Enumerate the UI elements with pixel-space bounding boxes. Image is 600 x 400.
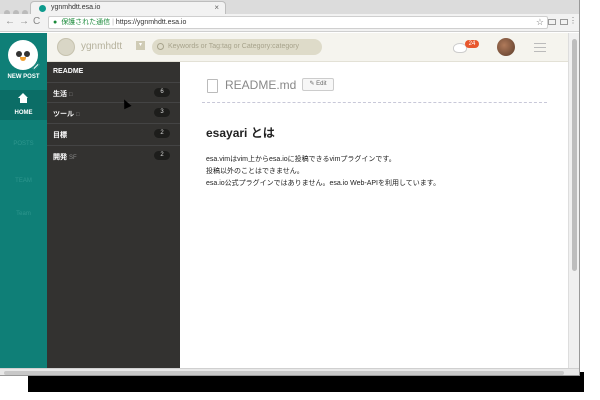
rail-item-posts[interactable]: POSTS <box>0 141 47 147</box>
team-dropdown-icon[interactable]: ▾ <box>136 41 145 50</box>
url-field[interactable]: ● 保護された通信 | https://ygnmhdtt.esa.io <box>48 16 548 29</box>
screen: ygnmhdtt.esa.io × HY ← → C ● 保護された通信 | h… <box>0 0 600 400</box>
user-avatar[interactable] <box>497 38 515 56</box>
address-bar: ← → C ● 保護された通信 | https://ygnmhdtt.esa.i… <box>0 14 579 32</box>
sidebar-readme-link[interactable]: README <box>53 68 83 75</box>
extension-icon[interactable] <box>548 19 556 25</box>
category-count: 2 <box>154 129 170 138</box>
notification-button[interactable]: 24 <box>453 40 479 54</box>
category-count: 6 <box>154 88 170 97</box>
browser-window: ygnmhdtt.esa.io × HY ← → C ● 保護された通信 | h… <box>0 0 580 376</box>
tab-strip: ygnmhdtt.esa.io × HY <box>0 0 579 16</box>
hamburger-menu-icon[interactable] <box>534 43 546 52</box>
category-tag: SF <box>69 155 77 161</box>
category-row[interactable]: 開発 SF 2 <box>47 145 180 165</box>
forward-icon[interactable]: → <box>19 17 29 27</box>
category-name: 生活 □ <box>53 91 73 98</box>
category-name: ツール □ <box>53 111 80 118</box>
horizontal-scroll-thumb[interactable] <box>4 371 564 375</box>
reload-icon[interactable]: C <box>33 17 40 27</box>
team-name[interactable]: ygnmhdtt <box>81 41 122 52</box>
edit-button[interactable]: ✎ Edit <box>302 78 334 91</box>
rail-item-team-settings[interactable]: Team <box>0 211 47 217</box>
secure-label: 保護された通信 <box>61 19 111 26</box>
url-separator: | <box>112 19 114 26</box>
main-content: README.md ✎ Edit esayari とは esa.vimはvim上… <box>180 62 568 368</box>
browser-menu-icon[interactable]: ⋮ <box>569 17 577 25</box>
document-icon <box>207 79 218 93</box>
search-icon <box>157 43 164 50</box>
logo-beak <box>20 57 26 61</box>
vertical-scroll-thumb[interactable] <box>572 39 577 271</box>
home-icon <box>18 93 29 103</box>
search-input[interactable]: Keywords or Tag:tag or Category:category <box>152 39 322 55</box>
paragraph-line: 投稿以外のことはできません。 <box>206 168 304 175</box>
category-folder-icon: □ <box>76 112 80 118</box>
url-text: https://ygnmhdtt.esa.io <box>115 19 187 26</box>
tab-close-icon[interactable]: × <box>214 3 219 12</box>
content-body: esa.vimはvim上からesa.ioに投稿できるvimプラグインです。 投稿… <box>206 154 546 190</box>
paragraph-line: esa.vimはvim上からesa.ioに投稿できるvimプラグインです。 <box>206 156 396 163</box>
category-folder-icon: □ <box>69 92 73 98</box>
category-count: 3 <box>154 108 170 117</box>
doc-title: README.md <box>225 78 297 92</box>
horizontal-scrollbar[interactable] <box>0 368 579 375</box>
app-header: ygnmhdtt ▾ Keywords or Tag:tag or Catego… <box>47 33 568 62</box>
home-label[interactable]: HOME <box>0 110 47 116</box>
left-rail: NEW POST HOME POSTS TEAM Team <box>0 33 47 368</box>
category-count: 2 <box>154 151 170 160</box>
tab-title: ygnmhdtt.esa.io <box>51 4 101 11</box>
category-sidebar: README 生活 □ 6 ツール □ 3 目標 2 開発 SF 2 <box>47 62 180 368</box>
content-heading: esayari とは <box>206 126 275 140</box>
favicon-icon <box>39 5 46 12</box>
vertical-scrollbar[interactable] <box>568 33 579 368</box>
back-icon[interactable]: ← <box>5 17 15 27</box>
category-name: 開発 SF <box>53 154 77 161</box>
category-row[interactable]: 生活 □ 6 <box>47 82 180 102</box>
category-name: 目標 <box>53 132 67 139</box>
paragraph-line: esa.io公式プラグインではありません。esa.io Web-APIを利用して… <box>206 180 441 187</box>
rail-item-team[interactable]: TEAM <box>0 178 47 184</box>
browser-tab[interactable]: ygnmhdtt.esa.io × <box>30 1 226 14</box>
notification-count-badge: 24 <box>465 40 479 48</box>
pen-icon <box>32 62 40 71</box>
lock-icon: ● <box>53 19 58 26</box>
search-placeholder: Keywords or Tag:tag or Category:category <box>168 43 299 50</box>
title-divider <box>202 102 547 103</box>
bookmark-star-icon[interactable]: ☆ <box>536 18 544 27</box>
category-row[interactable]: ツール □ 3 <box>47 102 180 122</box>
mail-icon[interactable] <box>560 19 568 25</box>
category-row[interactable]: 目標 2 <box>47 123 180 143</box>
new-post-logo-icon[interactable] <box>8 40 40 71</box>
team-avatar[interactable] <box>57 38 75 56</box>
new-post-label[interactable]: NEW POST <box>0 74 47 80</box>
